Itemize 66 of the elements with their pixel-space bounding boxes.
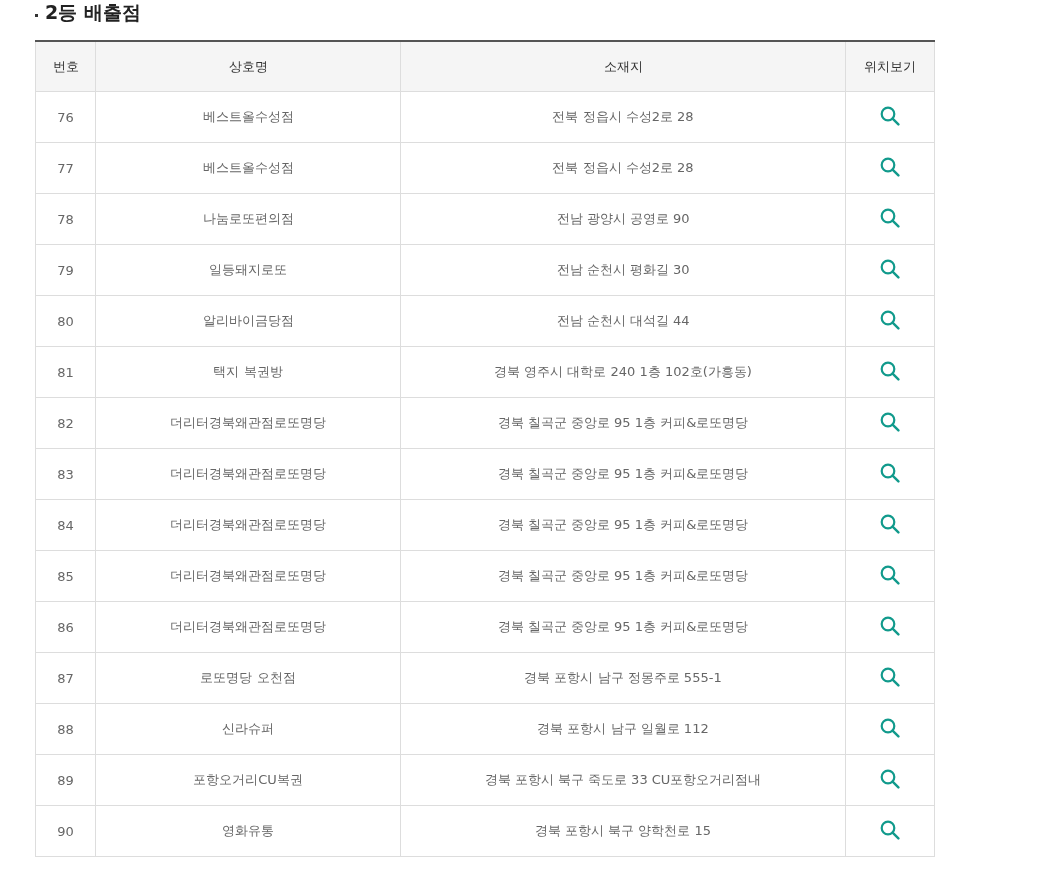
table-cell: 89 (35, 754, 96, 806)
table-cell: 알리바이금당점 (95, 295, 401, 347)
table-cell: 81 (35, 346, 96, 398)
table-cell: 90 (35, 805, 96, 857)
table-cell: 전북 정읍시 수성2로 28 (400, 91, 846, 143)
table-cell: 전북 정읍시 수성2로 28 (400, 142, 846, 194)
table-cell: 경북 포항시 남구 정몽주로 555-1 (400, 652, 846, 704)
table-cell: 로또명당 오천점 (95, 652, 401, 704)
table-cell: 더리터경북왜관점로또명당 (95, 499, 401, 551)
column-header: 소재지 (400, 41, 846, 92)
search-icon[interactable] (880, 309, 900, 330)
table-cell: 경북 칠곡군 중앙로 95 1층 커피&로또명당 (400, 397, 846, 449)
table-cell: 베스트올수성점 (95, 91, 401, 143)
search-icon[interactable] (880, 513, 900, 534)
search-icon[interactable] (880, 411, 900, 432)
search-icon[interactable] (880, 207, 900, 228)
table-cell: 87 (35, 652, 96, 704)
table-cell: 84 (35, 499, 96, 551)
table-cell: 더리터경북왜관점로또명당 (95, 601, 401, 653)
table-cell: 88 (35, 703, 96, 755)
table-cell: 78 (35, 193, 96, 245)
search-icon[interactable] (880, 564, 900, 585)
table-cell: 더리터경북왜관점로또명당 (95, 550, 401, 602)
section-title: 2등 배출점 (45, 0, 141, 25)
search-icon[interactable] (880, 819, 900, 840)
table-cell: 경북 칠곡군 중앙로 95 1층 커피&로또명당 (400, 550, 846, 602)
table-cell: 경북 포항시 북구 죽도로 33 CU포항오거리점내 (400, 754, 846, 806)
table-cell: 택지 복권방 (95, 346, 401, 398)
table-cell: 신라슈퍼 (95, 703, 401, 755)
search-icon[interactable] (880, 768, 900, 789)
search-icon[interactable] (880, 156, 900, 177)
table-cell: 경북 포항시 북구 양학천로 15 (400, 805, 846, 857)
table-cell: 더리터경북왜관점로또명당 (95, 397, 401, 449)
table-cell: 더리터경북왜관점로또명당 (95, 448, 401, 500)
table-cell: 전남 순천시 평화길 30 (400, 244, 846, 296)
search-icon[interactable] (880, 462, 900, 483)
table-cell: 베스트올수성점 (95, 142, 401, 194)
search-icon[interactable] (880, 615, 900, 636)
table-cell: 경북 포항시 남구 일월로 112 (400, 703, 846, 755)
table-cell: 83 (35, 448, 96, 500)
table-cell: 경북 칠곡군 중앙로 95 1층 커피&로또명당 (400, 601, 846, 653)
table-cell: 경북 영주시 대학로 240 1층 102호(가흥동) (400, 346, 846, 398)
table-cell: 80 (35, 295, 96, 347)
search-icon[interactable] (880, 258, 900, 279)
search-icon[interactable] (880, 360, 900, 381)
table-cell: 85 (35, 550, 96, 602)
table-cell: 전남 순천시 대석길 44 (400, 295, 846, 347)
column-header: 번호 (35, 41, 96, 92)
column-header: 위치보기 (845, 41, 935, 92)
table-cell: 나눔로또편의점 (95, 193, 401, 245)
search-icon[interactable] (880, 105, 900, 126)
search-icon[interactable] (880, 666, 900, 687)
table-cell: 영화유통 (95, 805, 401, 857)
table-cell: 76 (35, 91, 96, 143)
table-cell: 일등돼지로또 (95, 244, 401, 296)
table-cell: 경북 칠곡군 중앙로 95 1층 커피&로또명당 (400, 499, 846, 551)
table-cell: 79 (35, 244, 96, 296)
table-cell: 86 (35, 601, 96, 653)
table-cell: 77 (35, 142, 96, 194)
table-cell: 경북 칠곡군 중앙로 95 1층 커피&로또명당 (400, 448, 846, 500)
table-cell: 전남 광양시 공영로 90 (400, 193, 846, 245)
table-cell: 포항오거리CU복권 (95, 754, 401, 806)
table-cell: 82 (35, 397, 96, 449)
search-icon[interactable] (880, 717, 900, 738)
column-header: 상호명 (95, 41, 401, 92)
bullet-icon (35, 13, 38, 17)
